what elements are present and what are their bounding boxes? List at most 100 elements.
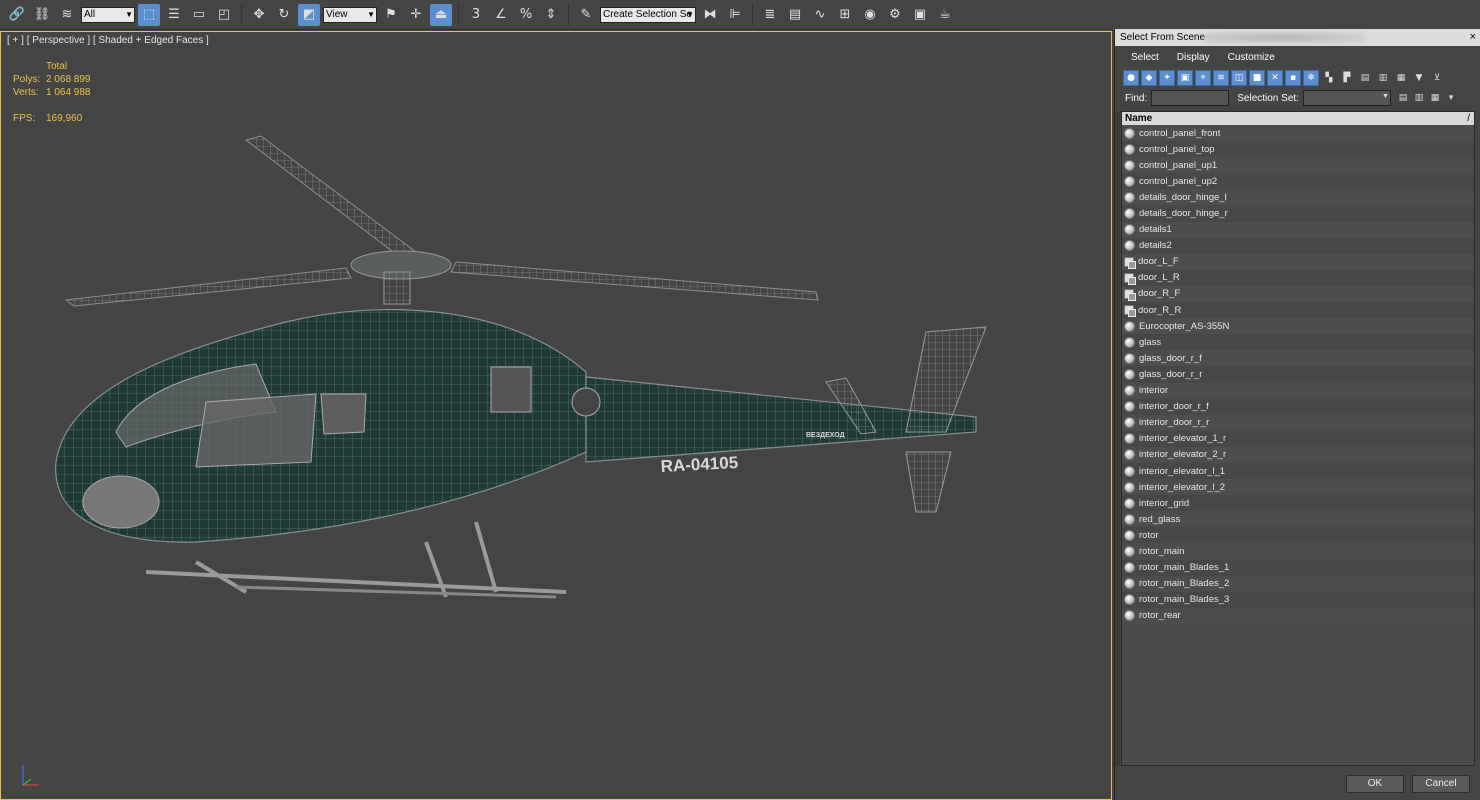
mirror-icon[interactable]: ⧓ xyxy=(699,4,721,26)
angle-snap-icon[interactable]: ∠ xyxy=(490,4,512,26)
render-setup-icon[interactable]: ⚙ xyxy=(884,4,906,26)
curve-editor-icon[interactable]: ∿ xyxy=(809,4,831,26)
display-bones-icon[interactable]: ✕ xyxy=(1267,70,1283,86)
select-object-icon[interactable]: ⬚ xyxy=(138,3,160,26)
selection-set-add-icon[interactable]: ▥ xyxy=(1411,90,1427,106)
dialog-title-bar[interactable]: Select From Scene × xyxy=(1115,29,1480,46)
material-editor-icon[interactable]: ◉ xyxy=(859,4,881,26)
column-header-name[interactable]: Name / xyxy=(1122,112,1474,125)
layer-manager-icon[interactable]: ≣ xyxy=(759,4,781,26)
select-by-name-icon[interactable]: ☰ xyxy=(163,4,185,26)
object-list-item[interactable]: control_panel_up1 xyxy=(1122,157,1474,174)
move-icon[interactable]: ✥ xyxy=(248,4,270,26)
selection-set-dropdown[interactable] xyxy=(1302,90,1391,106)
object-list-item[interactable]: interior xyxy=(1122,382,1474,399)
viewport-label[interactable]: [ + ] [ Perspective ] [ Shaded + Edged F… xyxy=(7,35,209,46)
display-hidden-icon[interactable]: ▚ xyxy=(1321,70,1337,86)
object-list-item[interactable]: rotor_main_Blades_2 xyxy=(1122,575,1474,592)
selection-filter-dropdown[interactable]: All xyxy=(81,6,135,23)
pivot-icon[interactable]: ⚑ xyxy=(380,4,402,26)
display-frozen-icon[interactable]: ❄ xyxy=(1303,70,1319,86)
ok-button[interactable]: OK xyxy=(1346,775,1404,793)
object-list-item[interactable]: rotor xyxy=(1122,527,1474,544)
object-list-item[interactable]: control_panel_top xyxy=(1122,141,1474,158)
display-geometry-icon[interactable]: ● xyxy=(1123,70,1139,86)
display-containers-icon[interactable]: ▪ xyxy=(1285,70,1301,86)
menu-display[interactable]: Display xyxy=(1177,52,1210,63)
object-list-item[interactable]: interior_elevator_l_1 xyxy=(1122,462,1474,480)
schematic-icon[interactable]: ⊞ xyxy=(834,4,856,26)
display-xrefs-icon[interactable]: ■ xyxy=(1249,70,1265,86)
display-cameras-icon[interactable]: ▣ xyxy=(1177,70,1193,86)
filter-options-icon[interactable]: ⊻ xyxy=(1429,70,1445,86)
object-list-item[interactable]: glass xyxy=(1122,334,1474,351)
object-list-item[interactable]: details_door_hinge_l xyxy=(1122,189,1474,206)
close-icon[interactable]: × xyxy=(1470,29,1476,46)
select-none-icon[interactable]: ▥ xyxy=(1375,70,1391,86)
object-list-item[interactable]: control_panel_front xyxy=(1122,125,1474,142)
object-list-item[interactable]: details2 xyxy=(1122,237,1474,254)
object-list-item[interactable]: interior_grid xyxy=(1122,495,1474,512)
reference-coordinate-dropdown[interactable]: View xyxy=(323,6,377,23)
object-list-item[interactable]: door_L_F xyxy=(1122,253,1474,270)
keyboard-shortcut-override-icon[interactable]: ⏏ xyxy=(430,3,452,26)
object-list-item[interactable]: interior_elevator_l_2 xyxy=(1122,479,1474,496)
geometry-object-icon xyxy=(1124,352,1135,364)
object-list-item[interactable]: rotor_main_Blades_1 xyxy=(1122,559,1474,576)
select-invert-icon[interactable]: ▦ xyxy=(1393,70,1409,86)
object-list-item[interactable]: details1 xyxy=(1122,221,1474,238)
find-input[interactable] xyxy=(1151,90,1230,106)
display-groups-icon[interactable]: ◫ xyxy=(1231,70,1247,86)
display-spacewarps-icon[interactable]: ≋ xyxy=(1213,70,1229,86)
unlink-icon[interactable]: ⛓ xyxy=(31,4,53,26)
object-list-item[interactable]: rotor_rear xyxy=(1122,607,1474,624)
object-list-item[interactable]: details_door_hinge_r xyxy=(1122,205,1474,222)
selection-set-new-icon[interactable]: ▤ xyxy=(1395,90,1411,106)
object-list-item[interactable]: glass_door_r_r xyxy=(1122,366,1474,383)
render-icon[interactable]: ☕ xyxy=(934,4,956,26)
filter-icon[interactable]: ▼ xyxy=(1411,70,1427,86)
rotate-icon[interactable]: ↻ xyxy=(273,4,295,26)
select-all-icon[interactable]: ▤ xyxy=(1357,70,1373,86)
render-frame-icon[interactable]: ▣ xyxy=(909,4,931,26)
cancel-button[interactable]: Cancel xyxy=(1412,775,1470,793)
object-list-item[interactable]: interior_door_r_f xyxy=(1122,398,1474,415)
object-list-item[interactable]: door_L_R xyxy=(1122,269,1474,286)
object-list-item[interactable]: red_glass xyxy=(1122,511,1474,528)
helicopter-model[interactable]: RA-04105 ВЕЗДЕХОД xyxy=(46,132,1006,612)
ribbon-icon[interactable]: ▤ xyxy=(784,4,806,26)
link-icon[interactable]: 🔗 xyxy=(6,4,28,26)
align-icon[interactable]: ⊫ xyxy=(724,4,746,26)
display-helpers-icon[interactable]: ⌖ xyxy=(1195,70,1211,86)
snap-toggle-icon[interactable]: 3 xyxy=(465,4,487,26)
menu-select[interactable]: Select xyxy=(1131,52,1159,63)
object-list-item[interactable]: rotor_main_Blades_3 xyxy=(1122,591,1474,608)
scale-icon[interactable]: ◩ xyxy=(298,3,320,26)
display-lights-icon[interactable]: ✦ xyxy=(1159,70,1175,86)
object-list-item[interactable]: control_panel_up2 xyxy=(1122,173,1474,190)
edit-named-sets-icon[interactable]: ✎ xyxy=(575,4,597,26)
bind-space-warp-icon[interactable]: ≋ xyxy=(56,4,78,26)
object-list-item[interactable]: glass_door_r_f xyxy=(1122,350,1474,367)
select-manipulate-icon[interactable]: ✛ xyxy=(405,4,427,26)
rect-region-icon[interactable]: ▭ xyxy=(188,4,210,26)
window-crossing-icon[interactable]: ◰ xyxy=(213,4,235,26)
object-list-item[interactable]: interior_elevator_2_r xyxy=(1122,446,1474,463)
object-list-item[interactable]: interior_elevator_1_r xyxy=(1122,430,1474,447)
object-list-item[interactable]: rotor_main xyxy=(1122,543,1474,560)
perspective-viewport[interactable]: [ + ] [ Perspective ] [ Shaded + Edged F… xyxy=(0,31,1112,800)
named-selection-set-dropdown[interactable]: Create Selection Se xyxy=(600,6,696,23)
object-list-item[interactable]: door_R_R xyxy=(1122,302,1474,319)
percent-snap-icon[interactable]: % xyxy=(515,4,537,26)
selection-set-remove-icon[interactable]: ▦ xyxy=(1427,90,1443,106)
object-list-item[interactable]: Eurocopter_AS-355N xyxy=(1122,318,1474,335)
geometry-object-icon xyxy=(1124,385,1135,397)
display-shapes-icon[interactable]: ◆ xyxy=(1141,70,1157,86)
spinner-snap-icon[interactable]: ⇕ xyxy=(540,4,562,26)
menu-customize[interactable]: Customize xyxy=(1228,52,1275,63)
dialog-left-scrollbar[interactable] xyxy=(1115,111,1120,766)
object-list-item[interactable]: door_R_F xyxy=(1122,285,1474,303)
display-all-icon[interactable]: ▛ xyxy=(1339,70,1355,86)
object-list-item[interactable]: interior_door_r_r xyxy=(1122,414,1474,431)
dialog-options-icon[interactable]: ▾ xyxy=(1443,90,1459,106)
